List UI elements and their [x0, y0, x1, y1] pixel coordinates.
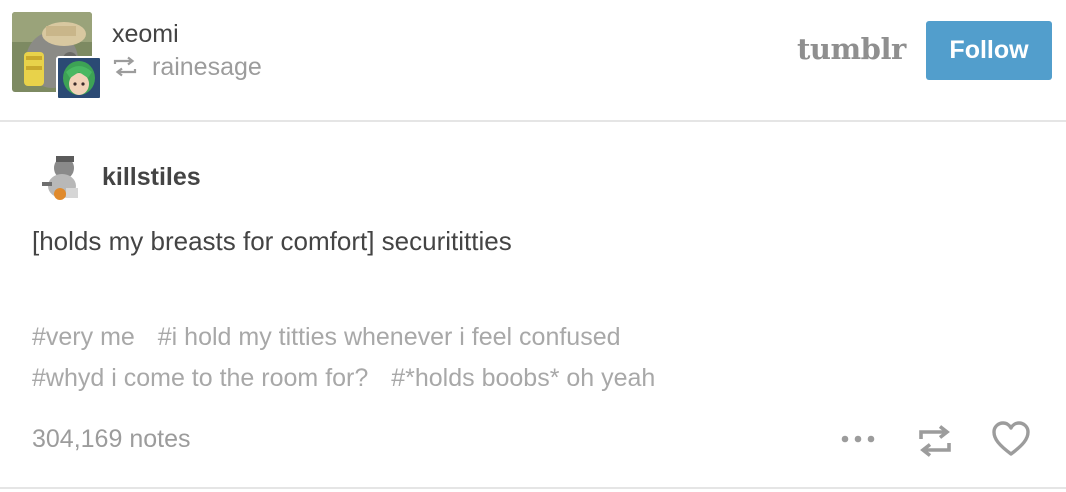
tag[interactable]: #*holds boobs* oh yeah — [391, 364, 655, 392]
username[interactable]: xeomi — [112, 20, 179, 49]
post-text: [holds my breasts for comfort] securitit… — [32, 226, 512, 256]
follow-button[interactable]: Follow — [926, 21, 1052, 80]
op-avatar[interactable] — [38, 152, 84, 202]
heart-icon[interactable] — [991, 420, 1031, 458]
reblog-info: rainesage — [112, 52, 262, 82]
tag[interactable]: #whyd i come to the room for? — [32, 364, 368, 392]
tag-list: #very me #i hold my titties whenever i f… — [32, 317, 932, 399]
tag[interactable]: #very me — [32, 323, 135, 351]
divider — [0, 120, 1066, 122]
reblog-source-name[interactable]: rainesage — [152, 53, 262, 82]
tumblr-logo[interactable]: tumblr — [797, 32, 906, 66]
tag[interactable]: #i hold my titties whenever i feel confu… — [158, 323, 621, 351]
reblog-source-avatar[interactable] — [56, 56, 102, 100]
more-icon[interactable] — [840, 433, 876, 445]
reblog-icon — [113, 56, 137, 77]
divider — [0, 487, 1066, 489]
notes-count[interactable]: 304,169 notes — [32, 425, 190, 454]
reblog-icon[interactable] — [916, 424, 954, 458]
post-header: xeomi rainesage tumblr Follow — [0, 0, 1066, 120]
op-username[interactable]: killstiles — [102, 163, 201, 192]
tumblr-post: xeomi rainesage tumblr Follow killstiles… — [0, 0, 1066, 492]
